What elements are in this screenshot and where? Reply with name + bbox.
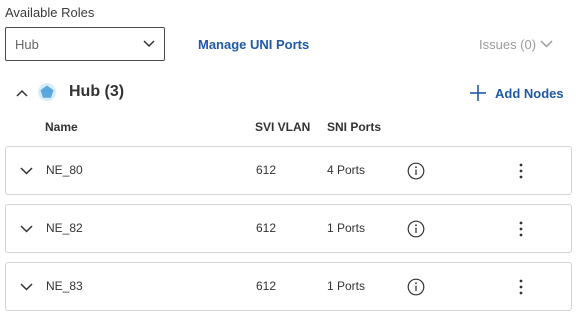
plus-icon [470,85,486,101]
row-name: NE_80 [46,163,83,177]
add-nodes-label: Add Nodes [495,86,564,101]
available-roles-label: Available Roles [5,5,95,20]
manage-uni-ports-link[interactable]: Manage UNI Ports [198,37,309,52]
hub-icon [38,83,56,101]
chevron-down-icon[interactable] [20,225,33,233]
row-svi-vlan: 612 [256,221,277,235]
info-icon[interactable] [407,162,425,180]
column-header-name: Name [45,120,78,134]
column-header-sni-ports: SNI Ports [327,120,382,134]
row-sni-ports: 1 Ports [327,221,366,235]
kebab-menu-icon[interactable] [518,163,524,179]
column-header-svi-vlan: SVI VLAN [255,120,311,134]
issues-toggle[interactable]: Issues (0) [479,37,536,52]
role-select[interactable]: Hub [5,27,165,61]
table-row[interactable]: NE_80 612 4 Ports [5,146,572,195]
row-name: NE_83 [46,279,83,293]
row-name: NE_82 [46,221,83,235]
row-sni-ports: 4 Ports [327,163,366,177]
group-title: Hub (3) [69,83,125,100]
chevron-down-icon[interactable] [20,283,33,291]
info-icon[interactable] [407,278,425,296]
hub-group-header: Hub (3) Add Nodes [0,80,576,106]
row-svi-vlan: 612 [256,163,277,177]
chevron-down-icon[interactable] [540,40,553,48]
info-icon[interactable] [407,220,425,238]
chevron-up-icon[interactable] [16,89,28,97]
table-row[interactable]: NE_83 612 1 Ports [5,262,572,311]
row-sni-ports: 1 Ports [327,279,366,293]
table-row[interactable]: NE_82 612 1 Ports [5,204,572,253]
role-select-value: Hub [15,37,39,52]
kebab-menu-icon[interactable] [518,279,524,295]
chevron-down-icon [143,40,155,48]
row-svi-vlan: 612 [256,279,277,293]
kebab-menu-icon[interactable] [518,221,524,237]
chevron-down-icon[interactable] [20,167,33,175]
